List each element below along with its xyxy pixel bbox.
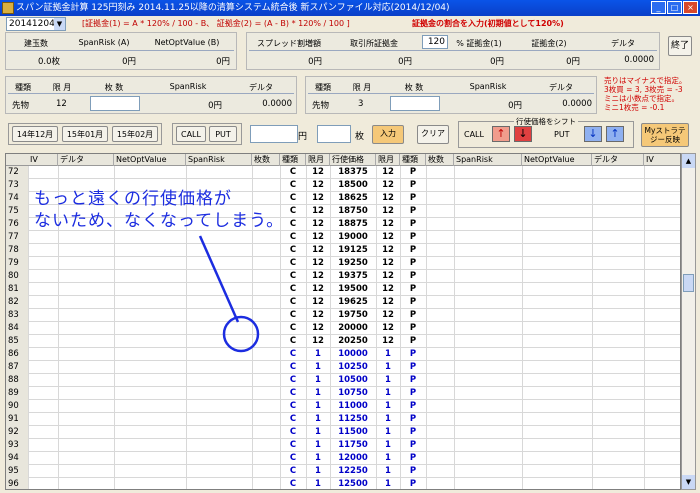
annotation-overlay (198, 235, 260, 353)
annotation-circle (222, 315, 260, 353)
annotation-arrow-line (198, 235, 240, 323)
